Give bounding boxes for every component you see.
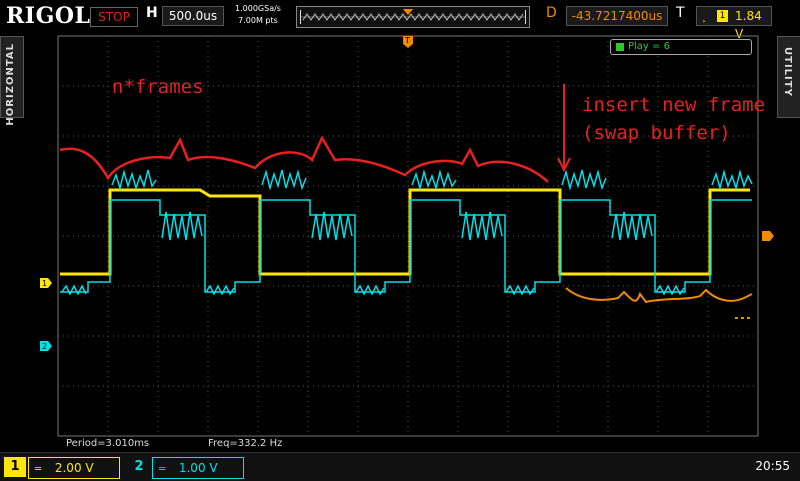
annotation-insert-label: insert new frame — [582, 94, 766, 116]
play-indicator: Play = 6 — [610, 39, 752, 55]
channel-status-bar: 1 ═ 2.00 V 2 ═ 1.00 V 20:55 — [0, 452, 800, 481]
annotation-arrow — [557, 84, 571, 173]
channel-2-marker-label: 2 — [42, 342, 47, 351]
play-count: Play = 6 — [628, 41, 670, 52]
channel-2-scale-box[interactable]: ═ 1.00 V — [152, 457, 244, 479]
annotation-frames-curve — [59, 135, 549, 183]
trigger-level-marker — [762, 231, 774, 241]
channel-2-scale: 1.00 V — [178, 461, 218, 475]
channel-1-coupling-icon: ═ — [35, 464, 42, 475]
channel-1-scale-box[interactable]: ═ 2.00 V — [28, 457, 120, 479]
annotation-swap-label: (swap buffer) — [582, 122, 731, 144]
channel-1-scale: 2.00 V — [54, 461, 94, 475]
play-status-icon — [616, 43, 624, 51]
frequency-measurement: Freq=332.2 Hz — [208, 438, 283, 449]
trigger-position-marker-label: T — [404, 36, 410, 45]
annotation-frames-label: n*frames — [112, 76, 204, 98]
period-measurement: Period=3.010ms — [66, 438, 150, 449]
channel-1-marker-label: 1 — [42, 279, 47, 288]
channel-2-coupling-icon: ═ — [159, 464, 166, 475]
channel-1-button[interactable]: 1 — [4, 457, 26, 477]
annotation-orange-curve — [565, 287, 753, 304]
clock: 20:55 — [755, 459, 790, 473]
channel-2-button[interactable]: 2 — [128, 457, 150, 477]
waveform-display[interactable]: T 1 2 — [0, 0, 800, 452]
